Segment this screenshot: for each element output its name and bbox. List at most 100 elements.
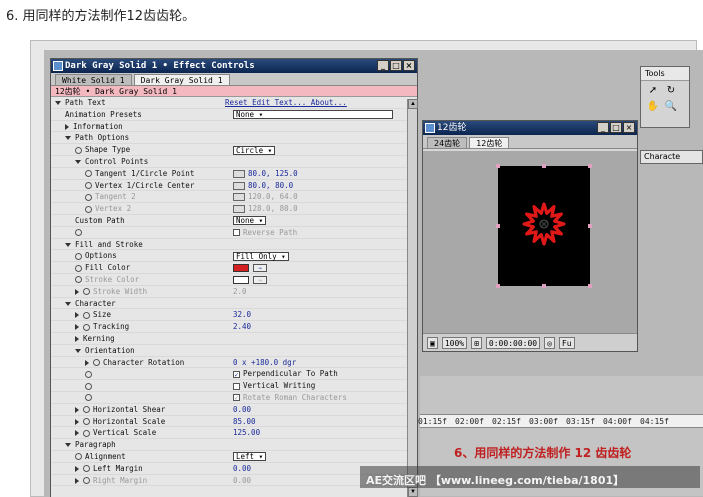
property-value-text[interactable]: Fill Only ▾ xyxy=(233,251,289,261)
property-row[interactable]: Path Options xyxy=(51,132,417,145)
property-value-text[interactable]: Rotate Roman Characters xyxy=(243,393,347,402)
twirl-open-icon[interactable] xyxy=(65,136,71,141)
property-row[interactable]: Control Points xyxy=(51,156,417,168)
property-value[interactable]: Left ▾ xyxy=(233,451,267,463)
tab-24-gear[interactable]: 24齿轮 xyxy=(427,137,468,148)
property-row[interactable]: Fill and Stroke xyxy=(51,239,417,251)
stopwatch-icon[interactable] xyxy=(85,370,92,378)
property-row[interactable]: Tracking 2.40 xyxy=(51,321,417,333)
property-value[interactable]: Reverse Path xyxy=(233,227,297,239)
layer-handle[interactable] xyxy=(496,284,500,288)
property-value-text[interactable]: 85.00 xyxy=(233,417,256,426)
twirl-closed-icon[interactable] xyxy=(75,418,79,425)
property-row[interactable]: Paragraph xyxy=(51,439,417,451)
twirl-closed-icon[interactable] xyxy=(75,477,79,484)
property-value-text[interactable]: 0.00 xyxy=(233,405,251,414)
property-value-text[interactable]: 0.00 xyxy=(233,476,251,485)
hand-icon[interactable]: ✋ xyxy=(645,100,661,114)
checkbox[interactable] xyxy=(233,229,240,237)
property-row[interactable]: Vertex 1/Circle Center 80.0, 80.0 xyxy=(51,180,417,192)
property-value[interactable]: 120.0, 64.0 xyxy=(233,191,298,203)
property-value[interactable]: 2.40 xyxy=(233,321,251,333)
property-value[interactable]: 80.0, 125.0 xyxy=(233,168,298,180)
rotate-icon[interactable]: ↻ xyxy=(663,84,679,98)
layer-handle[interactable] xyxy=(542,164,546,168)
stopwatch-icon[interactable] xyxy=(83,429,90,437)
stopwatch-icon[interactable] xyxy=(75,146,82,154)
tab-dark-gray-solid[interactable]: Dark Gray Solid 1 xyxy=(133,74,230,85)
property-value-text[interactable]: None ▾ xyxy=(233,216,267,226)
property-value-text[interactable]: 80.0, 125.0 xyxy=(248,169,298,178)
checkbox[interactable] xyxy=(233,382,240,390)
property-value-text[interactable]: Vertical Writing xyxy=(243,381,315,390)
property-row[interactable]: Tangent 2 120.0, 64.0 xyxy=(51,191,417,204)
twirl-closed-icon[interactable] xyxy=(75,312,79,319)
property-value-text[interactable]: 120.0, 64.0 xyxy=(248,192,298,201)
stopwatch-icon[interactable] xyxy=(75,453,82,461)
property-value[interactable]: 0.00 xyxy=(233,463,251,475)
stopwatch-icon[interactable] xyxy=(85,205,92,213)
tab-12-gear[interactable]: 12齿轮 xyxy=(469,137,510,148)
property-value[interactable]: ⇒ xyxy=(233,262,267,274)
property-value[interactable]: Fill Only ▾ xyxy=(233,250,289,262)
layer-handle[interactable] xyxy=(588,164,592,168)
snapshot-icon[interactable]: ▣ xyxy=(427,336,438,349)
property-row[interactable]: Vertical Scale 125.00 xyxy=(51,427,417,440)
property-value[interactable]: 85.00 xyxy=(233,416,256,428)
property-value-text[interactable]: 2.0 xyxy=(233,287,247,296)
property-value-text[interactable]: Reverse Path xyxy=(243,228,297,237)
property-row[interactable]: Tangent 1/Circle Point 80.0, 125.0 xyxy=(51,168,417,180)
property-value[interactable]: 0.00 xyxy=(233,475,251,487)
property-row[interactable]: Character Rotation 0 x +180.0 dgr xyxy=(51,357,417,369)
property-value[interactable]: ✓ Rotate Roman Characters xyxy=(233,392,347,404)
stopwatch-icon[interactable] xyxy=(83,323,90,331)
layer-handle[interactable] xyxy=(588,224,592,228)
camera-icon[interactable]: ◎ xyxy=(544,336,555,349)
zoom-dropdown[interactable]: 100% xyxy=(441,336,468,349)
twirl-closed-icon[interactable] xyxy=(75,430,79,437)
vertical-scrollbar[interactable]: ▲ ▼ xyxy=(407,99,418,497)
property-value-text[interactable]: 32.0 xyxy=(233,310,251,319)
minimize-button[interactable]: _ xyxy=(377,60,389,71)
quality-dropdown[interactable]: Fu xyxy=(558,336,575,349)
property-row[interactable]: Size 32.0 xyxy=(51,309,417,322)
zoom-icon[interactable]: 🔍 xyxy=(663,100,679,114)
property-value[interactable]: None ▾ xyxy=(233,109,393,121)
property-value-text[interactable]: 0 x +180.0 dgr xyxy=(233,358,296,367)
property-row[interactable]: Orientation xyxy=(51,345,417,357)
comp-canvas[interactable] xyxy=(498,166,590,286)
comp-close-button[interactable]: × xyxy=(623,122,635,133)
stopwatch-icon[interactable] xyxy=(83,418,90,426)
crosshair-icon[interactable] xyxy=(233,169,245,178)
twirl-closed-icon[interactable] xyxy=(85,359,89,366)
property-value[interactable]: Reset Edit Text... About... xyxy=(225,97,347,109)
property-row[interactable]: Fill Color ⇒ xyxy=(51,262,417,274)
twirl-open-icon[interactable] xyxy=(65,242,71,247)
property-value[interactable]: Vertical Writing xyxy=(233,380,315,392)
twirl-open-icon[interactable] xyxy=(65,301,71,306)
layer-handle[interactable] xyxy=(496,164,500,168)
property-row[interactable]: Animation Presets None ▾ xyxy=(51,109,417,121)
property-value-text[interactable]: Reset Edit Text... About... xyxy=(225,98,347,107)
property-row[interactable]: Vertical Writing xyxy=(51,380,417,392)
stopwatch-icon[interactable] xyxy=(85,394,92,402)
close-button[interactable]: × xyxy=(403,60,415,71)
eyedropper-icon[interactable]: ⇒ xyxy=(253,264,267,273)
grid-icon[interactable]: ⊞ xyxy=(471,336,482,349)
character-panel-tab[interactable]: Characte xyxy=(640,150,703,164)
layer-handle[interactable] xyxy=(542,284,546,288)
property-value-text[interactable]: Left ▾ xyxy=(233,452,267,462)
property-value[interactable]: None ▾ xyxy=(233,215,267,227)
property-row[interactable]: Options Fill Only ▾ xyxy=(51,250,417,263)
property-row[interactable]: Stroke Color ⇒ xyxy=(51,274,417,286)
time-ruler[interactable]: 01:15f 02:00f 02:15f 03:00f 03:15f 04:00f 04:1… xyxy=(418,414,703,428)
property-value-text[interactable]: 80.0, 80.0 xyxy=(248,181,293,190)
arrow-icon[interactable]: ➚ xyxy=(645,84,661,98)
property-value[interactable]: Circle ▾ xyxy=(233,144,276,156)
property-value[interactable]: 125.00 xyxy=(233,427,260,439)
property-value[interactable]: 0 x +180.0 dgr xyxy=(233,357,296,369)
color-swatch[interactable] xyxy=(233,264,249,273)
property-value-text[interactable]: 125.00 xyxy=(233,428,260,437)
property-value-text[interactable]: 2.40 xyxy=(233,322,251,331)
property-row[interactable]: Path Text Reset Edit Text... About... xyxy=(51,97,417,109)
